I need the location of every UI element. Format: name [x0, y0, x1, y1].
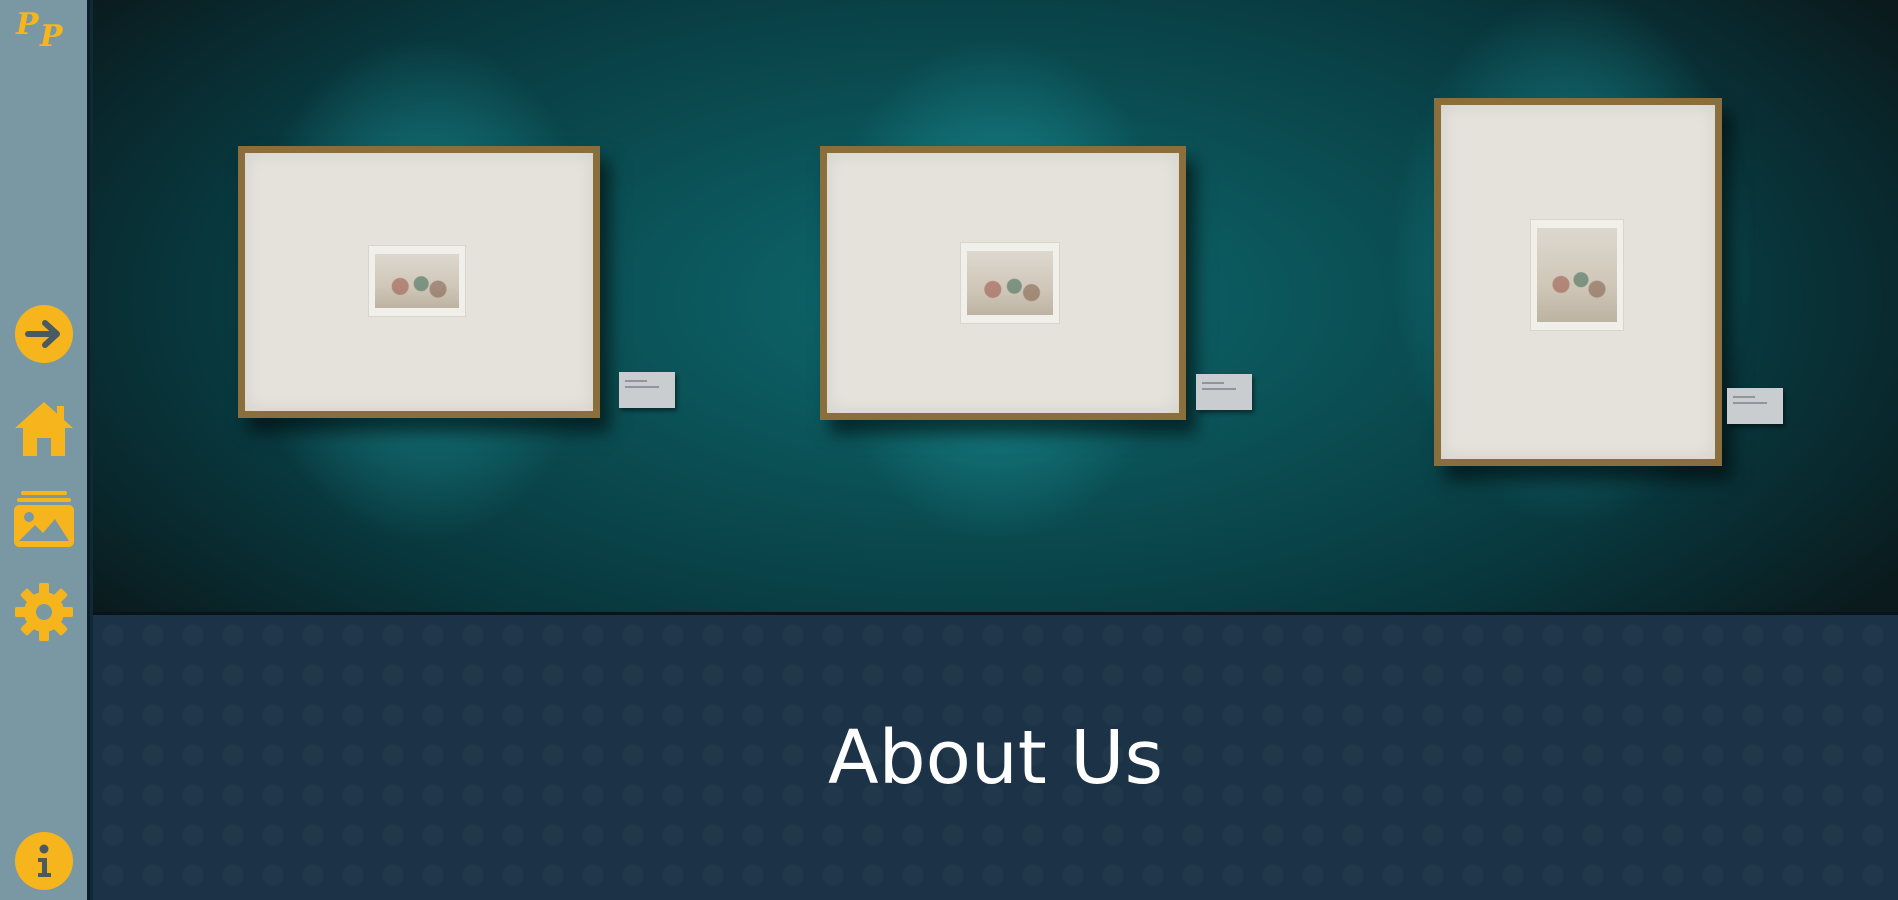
- art-label-card: [619, 372, 675, 408]
- art-label-card: [1196, 374, 1252, 410]
- about-section: About Us: [93, 615, 1898, 900]
- logo-pp[interactable]: P P: [14, 4, 78, 52]
- framed-artwork: [238, 146, 600, 418]
- gallery-button[interactable]: [13, 488, 75, 550]
- arrow-right-circle-icon: [15, 305, 73, 363]
- gear-icon: [15, 583, 73, 641]
- framed-artwork: [820, 146, 1186, 420]
- framed-artwork: [1434, 98, 1722, 466]
- home-button[interactable]: [13, 398, 75, 460]
- art-label-card: [1727, 388, 1783, 424]
- svg-text:P: P: [15, 7, 40, 42]
- images-icon: [14, 491, 74, 547]
- home-icon: [15, 402, 73, 456]
- settings-button[interactable]: [13, 581, 75, 643]
- info-button[interactable]: [13, 830, 75, 892]
- hero-gallery-image: [93, 0, 1898, 615]
- svg-text:P: P: [39, 19, 64, 52]
- sidebar: P P: [0, 0, 90, 900]
- login-button[interactable]: [13, 303, 75, 365]
- info-icon: [15, 832, 73, 890]
- about-title: About Us: [827, 715, 1164, 801]
